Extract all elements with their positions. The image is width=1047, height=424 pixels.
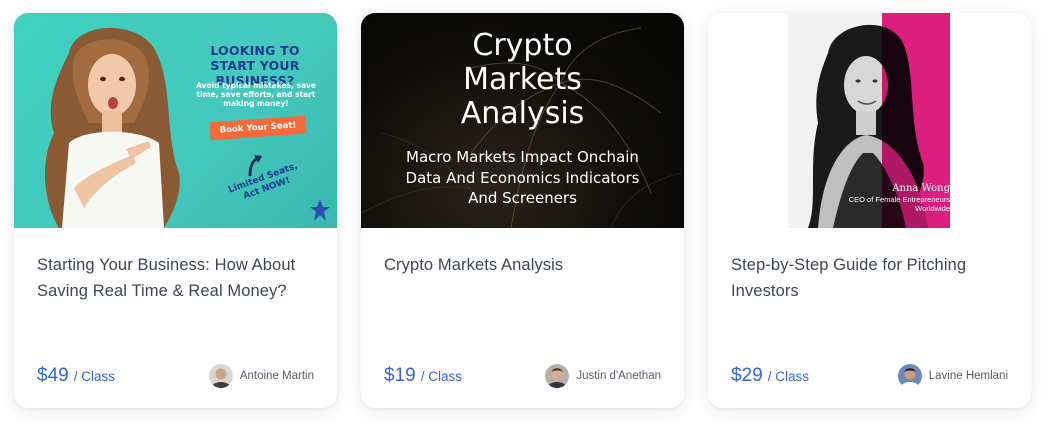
avatar xyxy=(897,364,922,388)
avatar xyxy=(545,364,570,388)
thumb-subtext: Macro Markets Impact Onchain Data And Ec… xyxy=(405,148,640,207)
thumb-subtext: Avoid typical mistakes, save time, save … xyxy=(195,81,317,108)
thumb-headline: Crypto Markets Analysis xyxy=(460,28,585,131)
course-thumbnail[interactable]: LOOKING TO START YOUR BUSINESS? Avoid ty… xyxy=(14,13,337,228)
course-title[interactable]: Starting Your Business: How About Saving… xyxy=(37,252,314,304)
price-value: $49 xyxy=(37,365,69,386)
price-unit: / Class xyxy=(420,369,462,384)
course-card-crypto[interactable]: Crypto Markets Analysis Macro Markets Im… xyxy=(361,13,684,408)
price: $19 / Class xyxy=(384,365,462,387)
price: $49 / Class xyxy=(37,365,115,387)
price-value: $29 xyxy=(731,365,763,386)
instructor-name: Antoine Martin xyxy=(239,370,314,382)
avatar xyxy=(208,364,233,388)
portrait-caption-role: CEO of Female Entrepreneurs Worldwide xyxy=(848,195,950,213)
price-unit: / Class xyxy=(73,369,115,384)
price-value: $19 xyxy=(384,365,416,386)
portrait-caption-name: Anna Wong xyxy=(892,183,950,194)
logo-icon xyxy=(310,199,330,221)
book-seat-banner: Book Your Seat! xyxy=(209,115,307,141)
instructor[interactable]: Antoine Martin xyxy=(208,364,314,388)
course-card-starting-business[interactable]: LOOKING TO START YOUR BUSINESS? Avoid ty… xyxy=(14,13,337,408)
course-title[interactable]: Step-by-Step Guide for Pitching Investor… xyxy=(731,252,1008,304)
course-card-pitching[interactable]: Anna Wong CEO of Female Entrepreneurs Wo… xyxy=(708,13,1031,408)
course-thumbnail[interactable]: Crypto Markets Analysis Macro Markets Im… xyxy=(361,13,684,228)
course-thumbnail[interactable]: Anna Wong CEO of Female Entrepreneurs Wo… xyxy=(708,13,1031,228)
price: $29 / Class xyxy=(731,365,809,387)
instructor[interactable]: Justin d'Anethan xyxy=(545,364,661,388)
instructor-name: Lavine Hemlani xyxy=(928,370,1008,382)
woman-photo xyxy=(44,27,180,228)
instructor-name: Justin d'Anethan xyxy=(576,370,661,382)
instructor[interactable]: Lavine Hemlani xyxy=(897,364,1008,388)
course-title[interactable]: Crypto Markets Analysis xyxy=(384,252,661,278)
price-unit: / Class xyxy=(767,369,809,384)
